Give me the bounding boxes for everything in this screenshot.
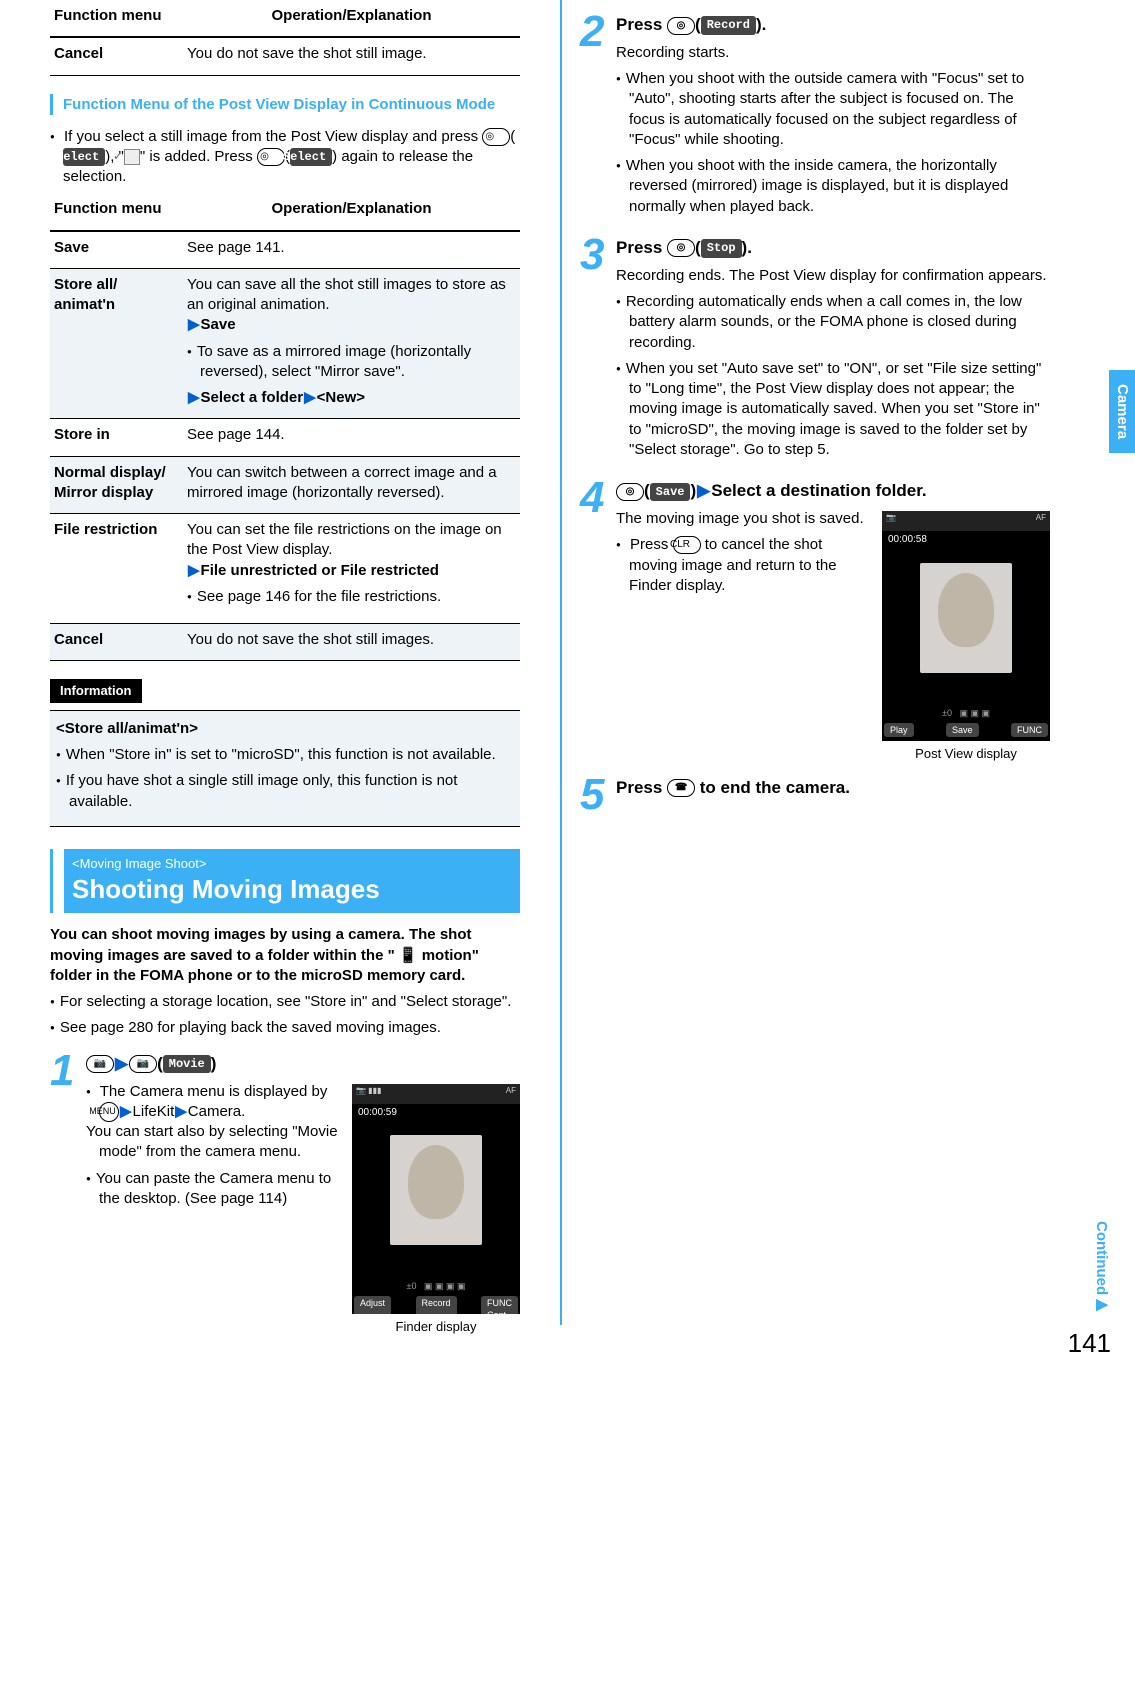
postview-intro: If you select a still image from the Pos… (50, 127, 520, 188)
arrow-icon: ▶ (188, 389, 200, 406)
moving-b1: For selecting a storage location, see "S… (50, 992, 520, 1012)
information-label: Information (50, 679, 142, 703)
arrow-icon: ▶ (304, 389, 316, 406)
table1-row0-desc: You do not save the shot still image. (183, 37, 520, 75)
table1-head-c2: Operation/Explanation (183, 0, 520, 37)
t2-mirror-fn: Normal display/ Mirror display (50, 456, 183, 514)
step2-b2: When you shoot with the inside camera, t… (616, 156, 1050, 217)
center-key-icon: ◎ (257, 148, 285, 166)
step2-b1: When you shoot with the outside camera w… (616, 69, 1050, 150)
checkmark-icon (124, 149, 140, 165)
moving-intro: You can shoot moving images by using a c… (50, 925, 520, 986)
step3-b2: When you set "Auto save set" to "ON", or… (616, 359, 1050, 460)
step-5-num: 5 (580, 773, 616, 817)
select-softkey: Select (290, 148, 332, 166)
step3-d1: Recording ends. The Post View display fo… (616, 266, 1050, 286)
step-1: 1 📷▶📷(Movie) The Camera menu is displaye… (50, 1049, 520, 1335)
t2-storein-fn: Store in (50, 419, 183, 456)
t2-storeall-fn: Store all/ animat'n (50, 268, 183, 419)
step3-b1: Recording automatically ends when a call… (616, 292, 1050, 353)
menu-key-icon: MENU (99, 1102, 119, 1122)
center-key-icon: ◎ (482, 128, 510, 146)
step1-b1: The Camera menu is displayed by MENU▶Lif… (86, 1082, 342, 1163)
end-call-key-icon: ☎ (667, 779, 695, 797)
moving-head-main: Shooting Moving Images (72, 872, 512, 907)
section-header-moving-images: <Moving Image Shoot> Shooting Moving Ima… (50, 849, 520, 914)
function-menu-table-1: Function menu Operation/Explanation Canc… (50, 0, 520, 76)
step-3: 3 Press ◎(Stop). Recording ends. The Pos… (580, 233, 1050, 466)
finder-caption: Finder display (352, 1318, 520, 1336)
clr-key-icon: CLR (673, 536, 701, 554)
table1-head-c1: Function menu (50, 0, 183, 37)
postview-caption: Post View display (882, 745, 1050, 763)
t2-save-fn: Save (50, 231, 183, 269)
info-title: <Store all/animat'n> (56, 720, 198, 737)
stop-softkey: Stop (701, 239, 742, 257)
side-tab-camera: Camera (1109, 370, 1135, 453)
column-divider (560, 0, 562, 1325)
t2-filerest-fn: File restriction (50, 514, 183, 624)
t2-cancel-fn: Cancel (50, 624, 183, 661)
movie-softkey: Movie (163, 1055, 211, 1073)
t2-storein-desc: See page 144. (183, 419, 520, 456)
t2-mirror-desc: You can switch between a correct image a… (183, 456, 520, 514)
table2-head-c1: Function menu (50, 193, 183, 230)
t2-cancel-desc: You do not save the shot still images. (183, 624, 520, 661)
information-box: <Store all/animat'n> When "Store in" is … (50, 710, 520, 827)
info-b2: If you have shot a single still image on… (56, 771, 514, 812)
subhead-postview: Function Menu of the Post View Display i… (50, 94, 520, 115)
step-2: 2 Press ◎(Record). Recording starts. Whe… (580, 10, 1050, 223)
save-softkey: Save (650, 483, 691, 501)
continued-indicator: Continued▶ (1091, 1221, 1111, 1313)
step4-d1: The moving image you shot is saved. (616, 509, 872, 529)
arrow-icon: ▶ (175, 1103, 187, 1120)
moving-b2: See page 280 for playing back the saved … (50, 1018, 520, 1038)
step-1-num: 1 (50, 1049, 86, 1335)
arrow-icon: ▶ (188, 316, 200, 333)
t2-filerest-desc: You can set the file restrictions on the… (183, 514, 520, 624)
arrow-icon: ▶ (188, 562, 200, 579)
step-2-num: 2 (580, 10, 616, 223)
select-softkey: Select (63, 148, 105, 166)
arrow-icon: ▶ (697, 481, 710, 500)
step-4-num: 4 (580, 476, 616, 762)
table2-head-c2: Operation/Explanation (183, 193, 520, 230)
center-key-icon: ◎ (616, 483, 644, 501)
function-menu-table-2: Function menu Operation/Explanation Save… (50, 193, 520, 661)
step-5: 5 Press ☎ to end the camera. (580, 773, 1050, 817)
arrow-icon: ▶ (115, 1054, 128, 1073)
postview-display-figure: 📷AF 00:00:58 ±0 ▣ ▣ ▣ Play Save FUNC (882, 503, 1050, 763)
page-number: 141 (1068, 1326, 1111, 1361)
arrow-icon: ▶ (120, 1103, 132, 1120)
center-key-icon: ◎ (667, 17, 695, 35)
camera-key-icon: 📷 (129, 1055, 157, 1073)
finder-display-figure: 📷 ▮▮▮AF 00:00:59 ±0 ▣ ▣ ▣ ▣ Adjust Recor… (352, 1076, 520, 1336)
step-3-num: 3 (580, 233, 616, 466)
step2-d1: Recording starts. (616, 43, 1050, 63)
t2-save-desc: See page 141. (183, 231, 520, 269)
camera-key-icon: 📷 (86, 1055, 114, 1073)
moving-head-sub: <Moving Image Shoot> (72, 855, 512, 873)
record-softkey: Record (701, 16, 756, 34)
center-key-icon: ◎ (667, 239, 695, 257)
step-4: 4 ◎(Save)▶Select a destination folder. T… (580, 476, 1050, 762)
step4-b1: Press CLR to cancel the shot moving imag… (616, 535, 872, 596)
table1-row0-fn: Cancel (50, 37, 183, 75)
info-b1: When "Store in" is set to "microSD", thi… (56, 745, 514, 765)
t2-storeall-desc: You can save all the shot still images t… (183, 268, 520, 419)
step1-b2: You can paste the Camera menu to the des… (86, 1169, 342, 1210)
